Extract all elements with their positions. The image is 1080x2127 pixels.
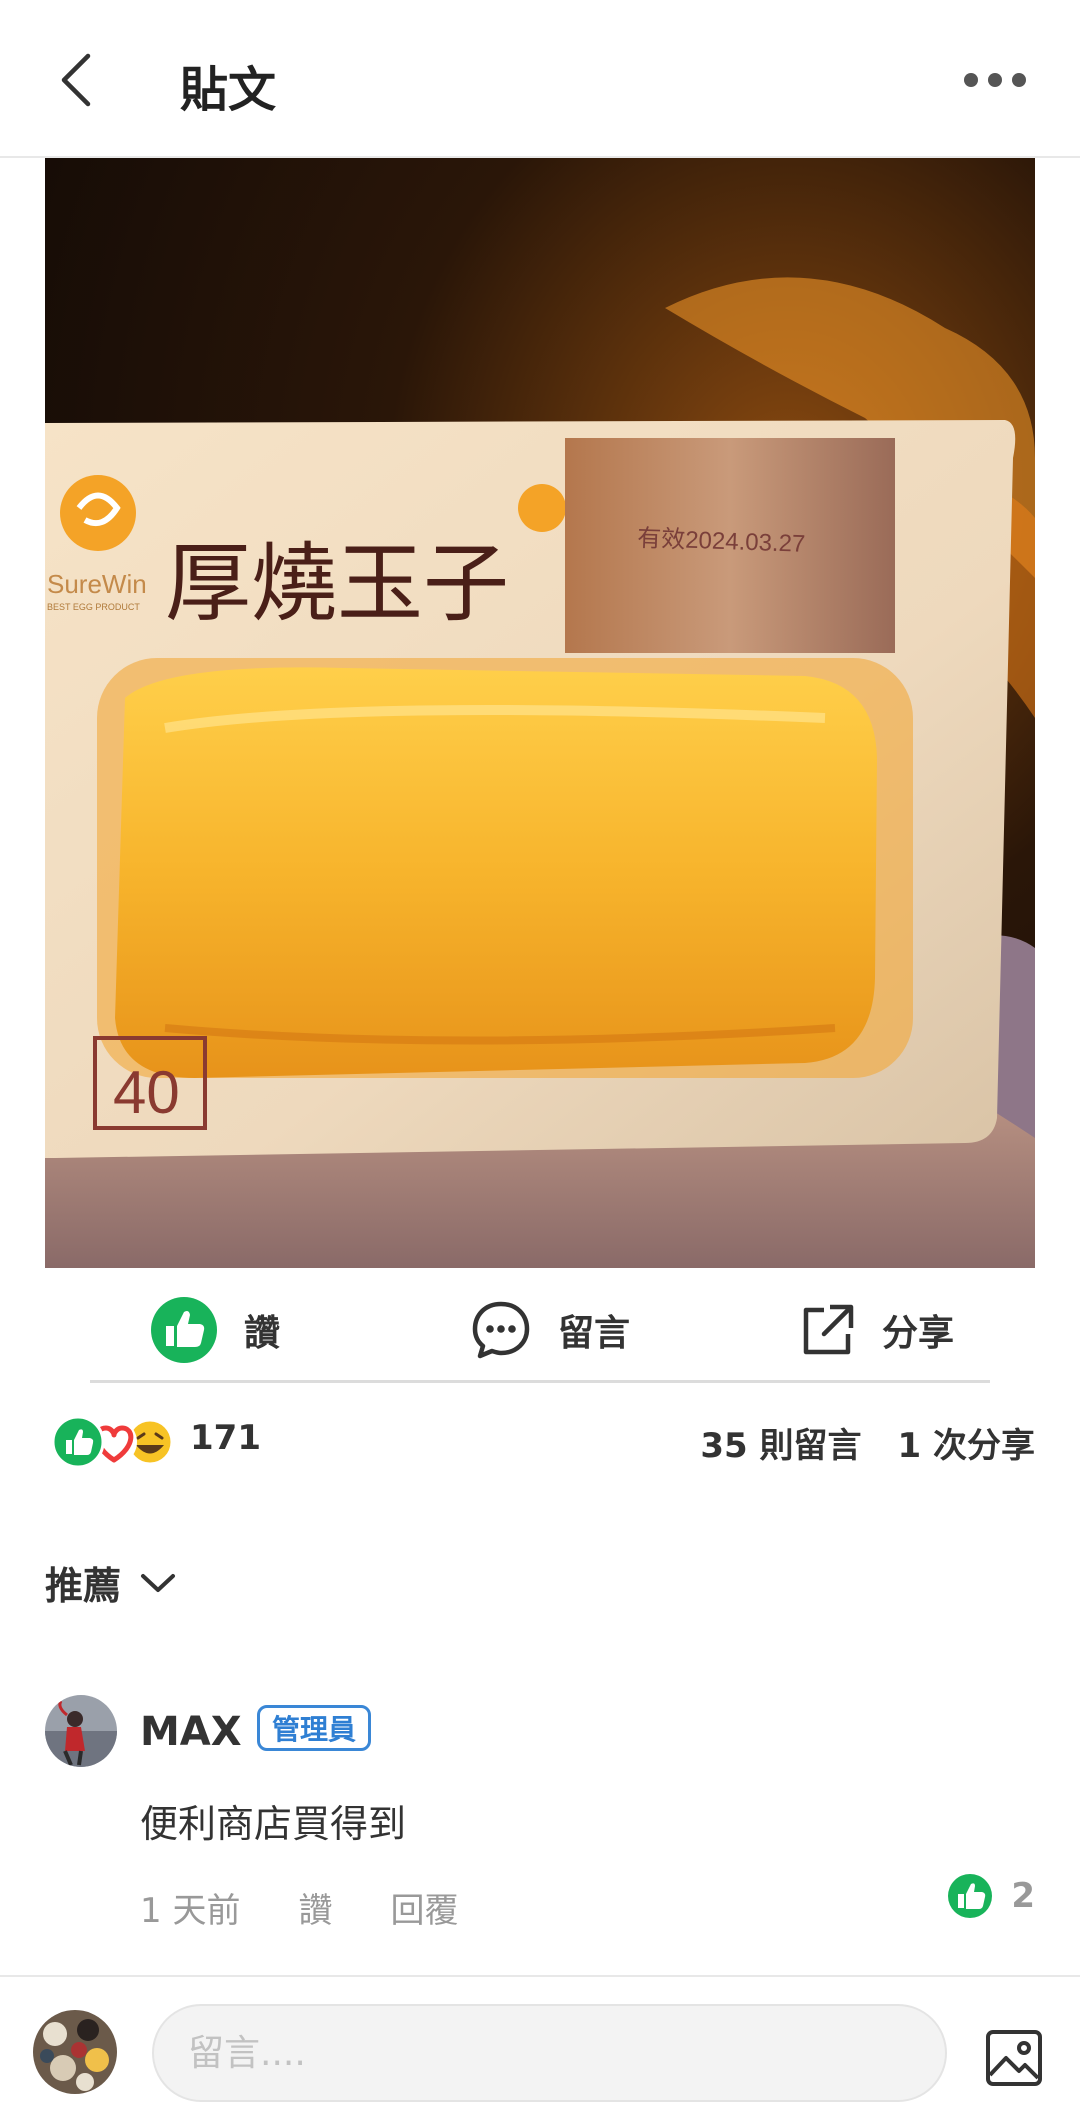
app-header: 貼文 bbox=[0, 0, 1080, 158]
photo-number: 40 bbox=[113, 1059, 180, 1126]
photo-product-name: 厚燒玉子 bbox=[165, 534, 509, 634]
comment-composer bbox=[0, 1975, 1080, 2127]
share-icon bbox=[803, 1304, 854, 1355]
comment-label: 留言 bbox=[558, 1313, 631, 1354]
share-button[interactable]: 分享 bbox=[800, 1280, 954, 1380]
comment-item: MAX 管理員 便利商店買得到 1 天前 讚 回覆 2 bbox=[45, 1695, 1035, 1935]
comment-like-summary[interactable]: 2 bbox=[947, 1873, 1035, 1919]
like-reaction-icon bbox=[51, 1415, 105, 1469]
admin-badge: 管理員 bbox=[257, 1705, 372, 1751]
like-icon bbox=[948, 1874, 993, 1918]
back-icon bbox=[61, 53, 91, 107]
reaction-count[interactable]: 171 bbox=[190, 1418, 261, 1458]
more-icon bbox=[964, 73, 1026, 87]
image-icon bbox=[986, 2030, 1042, 2086]
comment-like-button[interactable]: 讚 bbox=[298, 1883, 332, 1932]
like-label: 讚 bbox=[244, 1313, 281, 1354]
attach-image-button[interactable] bbox=[985, 2029, 1043, 2087]
photo-brand: SureWin bbox=[47, 569, 147, 599]
post-stats: 171 35 則留言 1 次分享 bbox=[50, 1410, 1035, 1480]
photo-brand-sub: BEST EGG PRODUCT bbox=[47, 602, 140, 612]
comment-reply-button[interactable]: 回覆 bbox=[390, 1883, 458, 1932]
comment-icon bbox=[472, 1301, 530, 1359]
like-button[interactable]: 讚 bbox=[150, 1280, 280, 1380]
post-photo-graphic: SureWin BEST EGG PRODUCT 厚燒玉子 有效2024.03.… bbox=[45, 158, 1035, 1268]
commenter-avatar[interactable] bbox=[45, 1695, 117, 1767]
reaction-summary[interactable] bbox=[50, 1414, 175, 1470]
more-options-button[interactable] bbox=[950, 55, 1040, 105]
comment-text: 便利商店買得到 bbox=[140, 1802, 407, 1846]
sort-label: 推薦 bbox=[45, 1564, 122, 1608]
like-icon bbox=[151, 1297, 217, 1363]
share-count[interactable]: 1 次分享 bbox=[898, 1426, 1036, 1466]
page-title: 貼文 bbox=[180, 62, 277, 118]
comment-input[interactable] bbox=[152, 2004, 947, 2102]
comment-sort-dropdown[interactable]: 推薦 bbox=[45, 1555, 177, 1610]
comment-like-count: 2 bbox=[1011, 1876, 1035, 1916]
back-button[interactable] bbox=[40, 40, 112, 120]
comment-time: 1 天前 bbox=[140, 1891, 241, 1931]
comment-author[interactable]: MAX bbox=[140, 1709, 242, 1755]
comment-count[interactable]: 35 則留言 bbox=[700, 1426, 861, 1466]
current-user-avatar[interactable] bbox=[33, 2010, 117, 2094]
comment-button[interactable]: 留言 bbox=[470, 1280, 630, 1380]
share-label: 分享 bbox=[882, 1313, 955, 1354]
post-action-bar: 讚 留言 分享 bbox=[90, 1280, 990, 1383]
chevron-down-icon bbox=[141, 1573, 176, 1592]
post-image[interactable]: SureWin BEST EGG PRODUCT 厚燒玉子 有效2024.03.… bbox=[45, 158, 1035, 1268]
